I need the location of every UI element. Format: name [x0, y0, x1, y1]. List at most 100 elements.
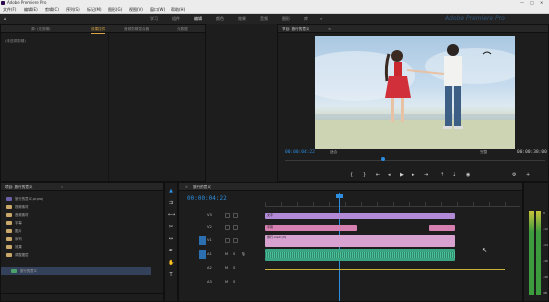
solo-button[interactable]: S [233, 280, 235, 284]
solo-button[interactable]: S [233, 266, 235, 270]
razor-tool-icon[interactable]: ✂ [168, 224, 174, 230]
mute-button[interactable]: M [225, 280, 228, 284]
workspace-color[interactable]: 颜色 [216, 14, 224, 24]
clip-v3-text[interactable]: 文字 [265, 213, 455, 219]
project-file-row[interactable]: 旅行的意义.prproj [6, 195, 43, 203]
list-item[interactable]: 序列 [6, 235, 22, 243]
lock-track-icon[interactable] [233, 213, 238, 218]
toggle-output-icon[interactable] [225, 225, 230, 230]
tab-metadata[interactable]: 元数据 [177, 25, 188, 33]
workspace-libraries[interactable]: 库 [304, 14, 308, 24]
folder-icon [6, 205, 12, 209]
program-playhead[interactable] [381, 157, 385, 161]
menu-sequence[interactable]: 序列(S) [66, 6, 80, 14]
list-item[interactable]: 图片 [6, 227, 22, 235]
lock-track-icon[interactable] [233, 225, 238, 230]
quality-dropdown[interactable]: 完整 [480, 150, 487, 155]
folder-icon [6, 221, 12, 225]
step-forward-icon[interactable]: ▸ [412, 172, 415, 178]
audio-level-line-a2[interactable] [265, 269, 505, 270]
menu-graphics[interactable]: 图形(G) [108, 6, 122, 14]
tools-panel: ▲ ⇉ ⟷ ✂ ↔ ✒ ✋ T [164, 182, 178, 302]
timeline-sequence-tab[interactable]: 旅行的意义 [193, 183, 211, 191]
slip-tool-icon[interactable]: ↔ [168, 236, 174, 242]
pen-tool-icon[interactable]: ✒ [168, 248, 174, 254]
play-icon[interactable]: ▶ [400, 172, 404, 178]
toggle-output-icon[interactable] [225, 213, 230, 218]
clip-label: 旅行.mp4 [V] [267, 235, 287, 239]
tab-effect-controls[interactable]: 效果控件 [91, 25, 106, 34]
type-tool-icon[interactable]: T [168, 272, 174, 278]
voiceover-mic-icon[interactable]: 🎙 [241, 252, 246, 256]
solo-button[interactable]: S [233, 252, 235, 256]
menu-edit[interactable]: 编辑(E) [24, 6, 38, 14]
list-item[interactable]: 视频素材 [6, 203, 29, 211]
clip-v1-video[interactable]: 旅行.mp4 [V] [265, 235, 455, 247]
menu-marker[interactable]: 标记(M) [87, 6, 102, 14]
menu-bar: 文件(F) 编辑(E) 剪辑(C) 序列(S) 标记(M) 图形(G) 视图(V… [0, 6, 549, 14]
workspace-assembly[interactable]: 组件 [172, 14, 180, 24]
list-item[interactable]: 字幕 [6, 219, 22, 227]
selection-tool-icon[interactable]: ▲ [168, 188, 174, 194]
meter-label: -12 [543, 227, 548, 231]
extract-icon[interactable]: ⇣ [452, 172, 456, 178]
list-item-selected[interactable]: 旅行的意义 [1, 267, 151, 275]
lock-track-icon[interactable] [233, 238, 238, 243]
go-to-in-icon[interactable]: ⇤ [376, 172, 380, 178]
panel-menu-icon[interactable]: ≡ [328, 25, 331, 33]
watermark-logo: Adobe Premiere Pro [445, 15, 505, 22]
project-panel: 项目: 旅行的意义 » 旅行的意义.prproj 视频素材 音频素材 字幕 图片… [0, 182, 164, 302]
workspace-audio[interactable]: 音频 [260, 14, 268, 24]
project-title[interactable]: 项目: 旅行的意义 [5, 183, 33, 191]
menu-view[interactable]: 视图(V) [129, 6, 143, 14]
program-title[interactable]: 节目: 旅行的意义 [282, 25, 310, 33]
list-item[interactable]: 效果 [6, 243, 22, 251]
timeline-timecode[interactable]: 00:00:04:22 [187, 195, 227, 202]
meter-bar-left [529, 211, 534, 295]
timeline-close-icon[interactable]: ✕ [185, 183, 188, 191]
mute-button[interactable]: M [225, 252, 228, 256]
fit-dropdown[interactable]: 适合 [330, 150, 337, 155]
timeline-panel: 旅行的意义 ✕ 00:00:04:22 V3 V2 V1 A1 M S 🎙 A2… [178, 182, 523, 302]
tab-audio-clip-mixer[interactable]: 音频剪辑混合器 [124, 25, 149, 33]
source-patch-a1[interactable] [199, 250, 206, 259]
menu-help[interactable]: 帮助(H) [171, 6, 185, 14]
workspace-more[interactable]: » [320, 14, 322, 24]
toggle-output-icon[interactable] [225, 238, 230, 243]
export-frame-icon[interactable]: ◉ [466, 172, 470, 178]
program-timecode-current[interactable]: 00:00:04:22 [285, 150, 315, 155]
settings-icon[interactable]: ⚙ [512, 172, 516, 178]
program-time-ruler[interactable] [285, 160, 545, 161]
clip-v2-title-b[interactable] [429, 225, 455, 231]
menu-file[interactable]: 文件(F) [3, 6, 16, 14]
list-item[interactable]: 调整图层 [6, 251, 29, 259]
clip-a1-audio[interactable] [265, 249, 455, 261]
track-select-tool-icon[interactable]: ⇉ [168, 200, 174, 206]
menu-clip[interactable]: 剪辑(C) [45, 6, 59, 14]
menu-window[interactable]: 窗口(W) [150, 6, 165, 14]
media-browser-tab[interactable]: » [61, 183, 63, 191]
list-item[interactable]: 音频素材 [6, 211, 29, 219]
workspace-graphics[interactable]: 图形 [282, 14, 290, 24]
home-icon[interactable]: ⌂ [4, 14, 7, 24]
timeline-playhead-handle[interactable] [336, 194, 343, 198]
time-ruler[interactable] [265, 193, 520, 207]
ripple-edit-tool-icon[interactable]: ⟷ [168, 212, 175, 218]
workspace-effects[interactable]: 效果 [238, 14, 246, 24]
step-back-icon[interactable]: ◂ [388, 172, 391, 178]
track-name: V3 [207, 213, 212, 217]
mark-in-icon[interactable]: { [350, 172, 353, 178]
lift-icon[interactable]: ⇡ [440, 172, 444, 178]
mute-button[interactable]: M [225, 266, 228, 270]
mark-out-icon[interactable]: } [363, 172, 366, 178]
workspace-editing[interactable]: 编辑 [194, 14, 202, 24]
add-button-icon[interactable]: + [526, 172, 530, 178]
source-patch-v1[interactable] [199, 236, 206, 245]
clip-v2-title[interactable]: 字幕 [265, 225, 357, 231]
go-to-out-icon[interactable]: ⇥ [424, 172, 428, 178]
track-header-v1: V1 [179, 235, 265, 247]
tab-source[interactable]: 源: (无剪辑) [31, 25, 51, 33]
workspace-learning[interactable]: 学习 [150, 14, 158, 24]
timeline-playhead[interactable] [339, 193, 340, 301]
hand-tool-icon[interactable]: ✋ [168, 260, 174, 266]
